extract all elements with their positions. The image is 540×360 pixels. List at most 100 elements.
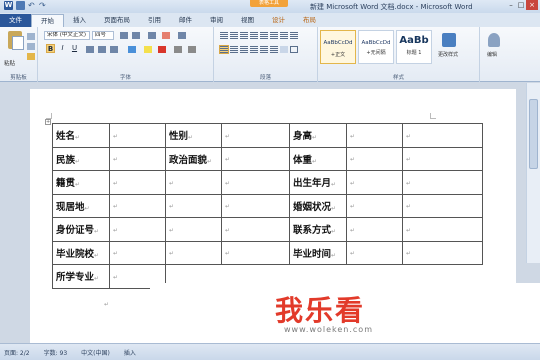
- table-cell[interactable]: ↵: [109, 146, 166, 171]
- table-cell[interactable]: 身高↵: [289, 123, 347, 148]
- shrink-font-icon[interactable]: [132, 32, 140, 39]
- show-marks-icon[interactable]: [290, 32, 298, 39]
- line-spacing-icon[interactable]: [270, 46, 278, 53]
- bold-button[interactable]: B: [46, 44, 55, 53]
- table-cell[interactable]: ↵: [346, 170, 403, 195]
- tab-home[interactable]: 开始: [31, 14, 64, 27]
- maximize-button[interactable]: □: [516, 0, 526, 10]
- word-count[interactable]: 字数: 93: [44, 348, 68, 357]
- table-cell[interactable]: ↵: [346, 123, 403, 148]
- clear-format-icon[interactable]: [162, 32, 170, 39]
- table-cell[interactable]: 所学专业↵: [52, 264, 110, 289]
- font-color-icon[interactable]: [158, 46, 166, 53]
- align-center-icon[interactable]: [230, 46, 238, 53]
- table-cell[interactable]: ↵: [221, 193, 290, 218]
- table-cell[interactable]: ↵: [109, 123, 166, 148]
- cut-icon[interactable]: [27, 33, 35, 40]
- undo-icon[interactable]: ↶: [28, 1, 36, 10]
- superscript-icon[interactable]: [110, 46, 118, 53]
- table-cell[interactable]: ↵: [346, 193, 403, 218]
- decrease-indent-icon[interactable]: [250, 32, 258, 39]
- table-cell[interactable]: ↵: [346, 146, 403, 171]
- table-cell[interactable]: ↵: [402, 123, 483, 148]
- table-cell[interactable]: ↵: [402, 217, 483, 242]
- table-cell[interactable]: ↵: [402, 193, 483, 218]
- tab-design[interactable]: 设计: [263, 14, 294, 27]
- table-cell[interactable]: ↵: [109, 217, 166, 242]
- char-shading-icon[interactable]: [174, 46, 182, 53]
- align-left-icon[interactable]: [219, 45, 229, 54]
- table-cell[interactable]: ↵: [165, 193, 222, 218]
- table-cell[interactable]: 联系方式↵: [289, 217, 347, 242]
- table-cell[interactable]: ↵: [165, 170, 222, 195]
- align-right-icon[interactable]: [240, 46, 248, 53]
- table-cell[interactable]: ↵: [402, 170, 483, 195]
- table-move-handle-icon[interactable]: +: [45, 119, 51, 125]
- numbering-icon[interactable]: [230, 32, 238, 39]
- tab-insert[interactable]: 插入: [64, 14, 95, 27]
- shading-icon[interactable]: [280, 46, 288, 53]
- tab-file[interactable]: 文件: [0, 14, 31, 27]
- vertical-scrollbar[interactable]: [526, 83, 540, 263]
- underline-button[interactable]: U: [70, 44, 79, 53]
- distributed-icon[interactable]: [260, 46, 268, 53]
- table-cell[interactable]: ↵: [109, 170, 166, 195]
- format-painter-icon[interactable]: [27, 53, 35, 60]
- strikethrough-icon[interactable]: [86, 46, 94, 53]
- table-cell[interactable]: ↵: [221, 170, 290, 195]
- table-cell[interactable]: 姓名↵: [52, 123, 110, 148]
- close-button[interactable]: ×: [526, 0, 538, 10]
- table-cell[interactable]: ↵: [221, 240, 290, 265]
- font-size-select[interactable]: 四号: [92, 31, 114, 40]
- table-cell[interactable]: 毕业时间↵: [289, 240, 347, 265]
- tab-references[interactable]: 引用: [139, 14, 170, 27]
- highlight-icon[interactable]: [144, 46, 152, 53]
- paste-button[interactable]: [4, 31, 26, 57]
- table-cell[interactable]: ↵: [402, 146, 483, 171]
- borders-icon[interactable]: [290, 46, 298, 53]
- table-cell[interactable]: 性别↵: [165, 123, 222, 148]
- italic-button[interactable]: I: [58, 44, 67, 53]
- table-cell[interactable]: 婚姻状况↵: [289, 193, 347, 218]
- scroll-thumb[interactable]: [529, 99, 538, 169]
- table-cell[interactable]: ↵: [165, 217, 222, 242]
- tab-page-layout[interactable]: 页面布局: [95, 14, 139, 27]
- tab-view[interactable]: 视图: [232, 14, 263, 27]
- chinese-layout-icon[interactable]: [270, 32, 278, 39]
- tab-layout[interactable]: 布局: [294, 14, 325, 27]
- increase-indent-icon[interactable]: [260, 32, 268, 39]
- table-cell[interactable]: 政治面貌↵: [165, 146, 222, 171]
- table-cell[interactable]: ↵: [346, 240, 403, 265]
- language[interactable]: 中文(中国): [81, 348, 110, 357]
- phonetic-guide-icon[interactable]: [178, 32, 186, 39]
- font-name-select[interactable]: 宋体 (中文正文): [44, 31, 90, 40]
- table-cell[interactable]: ↵: [346, 217, 403, 242]
- table-cell[interactable]: 出生年月↵: [289, 170, 347, 195]
- table-cell[interactable]: 籍贯↵: [52, 170, 110, 195]
- char-border-icon[interactable]: [188, 46, 196, 53]
- table-cell[interactable]: ↵: [165, 240, 222, 265]
- tab-review[interactable]: 审阅: [201, 14, 232, 27]
- insert-mode[interactable]: 插入: [124, 348, 136, 357]
- style-no-spacing[interactable]: AaBbCcDd +无间隔: [358, 30, 394, 64]
- table-cell[interactable]: ↵: [402, 240, 483, 265]
- table-cell[interactable]: 民族↵: [52, 146, 110, 171]
- table-cell[interactable]: ↵: [109, 240, 166, 265]
- change-styles-icon[interactable]: [442, 33, 456, 47]
- copy-icon[interactable]: [27, 43, 35, 50]
- page-count[interactable]: 页面: 2/2: [4, 348, 30, 357]
- change-case-icon[interactable]: [148, 32, 156, 39]
- minimize-button[interactable]: –: [506, 0, 516, 10]
- grow-font-icon[interactable]: [120, 32, 128, 39]
- find-icon[interactable]: [488, 33, 500, 47]
- save-icon[interactable]: [16, 1, 25, 10]
- subscript-icon[interactable]: [98, 46, 106, 53]
- table-cell[interactable]: ↵: [221, 217, 290, 242]
- table-cell[interactable]: ↵: [109, 193, 166, 218]
- justify-icon[interactable]: [250, 46, 258, 53]
- editing-label[interactable]: 编辑: [487, 51, 497, 58]
- table-cell[interactable]: ↵: [221, 123, 290, 148]
- table-cell[interactable]: 毕业院校↵: [52, 240, 110, 265]
- table-cell[interactable]: ↵: [221, 146, 290, 171]
- tab-mailings[interactable]: 邮件: [170, 14, 201, 27]
